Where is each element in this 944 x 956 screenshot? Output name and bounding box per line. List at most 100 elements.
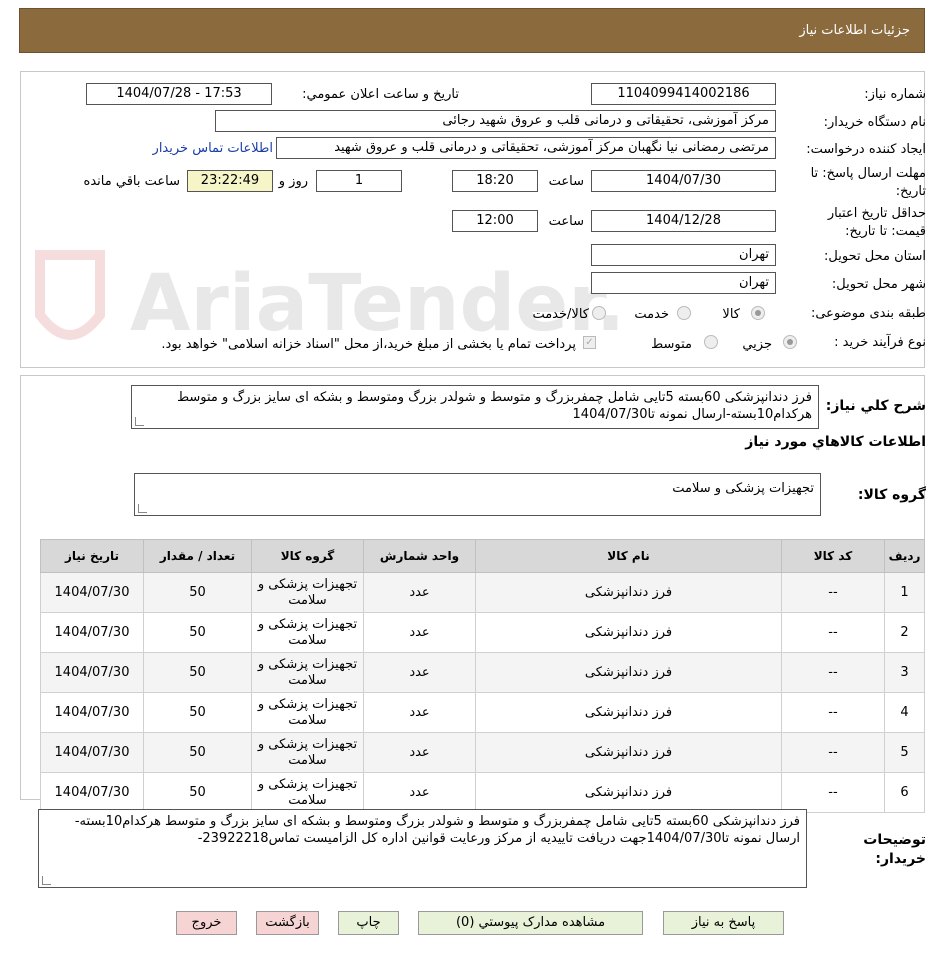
cell-need-date: 1404/07/30 [40, 732, 144, 773]
resize-grip-icon[interactable] [135, 417, 144, 426]
days-remaining-field[interactable]: 1 [316, 170, 402, 192]
cell-item-code: -- [781, 572, 885, 613]
announce-field[interactable]: 1404/07/28 - 17:53 [86, 83, 272, 105]
cell-item-name: فرز دندانپزشکی [475, 572, 782, 613]
price-valid-time-label: ساعت [548, 214, 584, 229]
goods-group-label: گروه کالا: [857, 487, 926, 503]
col-item-name: نام کالا [475, 539, 782, 573]
cell-quantity: 50 [143, 732, 252, 773]
category-option-service: خدمت [634, 307, 669, 322]
cell-need-date: 1404/07/30 [40, 692, 144, 733]
purchase-type-option-minor: جزیي [742, 337, 772, 352]
price-valid-label-line1: حداقل تاريخ اعتبار [827, 206, 926, 221]
cell-need-date: 1404/07/30 [40, 572, 144, 613]
category-option-goods-service: کالا/خدمت [532, 307, 589, 322]
summary-label: شرح کلي نياز: [825, 398, 926, 414]
cell-row-number: 5 [884, 732, 925, 773]
cell-row-number: 3 [884, 652, 925, 693]
requester-field[interactable]: مرتضی رمضانی نیا نگهبان مرکز آموزشی، تحق… [276, 137, 776, 159]
requester-label: ايجاد کننده درخواست: [806, 142, 926, 157]
cell-need-date: 1404/07/30 [40, 612, 144, 653]
goods-group-textarea[interactable]: تجهیزات پزشکی و سلامت [134, 473, 821, 516]
deadline-date-field[interactable]: 1404/07/30 [591, 170, 776, 192]
purchase-type-option-medium: متوسط [651, 337, 692, 352]
cell-item-name: فرز دندانپزشکی [475, 652, 782, 693]
items-table: رديف کد کالا نام کالا واحد شمارش گروه کا… [40, 539, 925, 813]
cell-group: تجهیزات پزشکی و سلامت [251, 612, 364, 653]
cell-unit: عدد [363, 692, 476, 733]
cell-group: تجهیزات پزشکی و سلامت [251, 692, 364, 733]
price-valid-time-field[interactable]: 12:00 [452, 210, 538, 232]
announce-label: تاریخ و ساعت اعلان عمومي: [302, 87, 459, 102]
watermark-shield-icon [35, 250, 105, 340]
cell-unit: عدد [363, 572, 476, 613]
cell-quantity: 50 [143, 572, 252, 613]
treasury-payment-note: پرداخت تمام یا بخشی از مبلغ خرید،از محل … [161, 337, 576, 352]
cell-group: تجهیزات پزشکی و سلامت [251, 732, 364, 773]
buyer-notes-label-line1: توضيحات [863, 832, 926, 848]
buyer-org-label: نام دستگاه خريدار: [823, 115, 926, 130]
cell-item-name: فرز دندانپزشکی [475, 732, 782, 773]
col-quantity: تعداد / مقدار [143, 539, 252, 573]
page-header: جزئیات اطلاعات نیاز [19, 8, 925, 53]
buyer-notes-textarea[interactable]: فرز دندانپزشکی 60بسته 5تایی شامل چمفربزر… [38, 809, 807, 888]
treasury-checkbox[interactable]: ✓ [583, 336, 596, 349]
cell-unit: عدد [363, 652, 476, 693]
cell-unit: عدد [363, 772, 476, 813]
price-valid-label-line2: قيمت: تا تاريخ: [845, 224, 926, 239]
province-label: استان محل تحويل: [824, 249, 926, 264]
price-valid-date-field[interactable]: 1404/12/28 [591, 210, 776, 232]
cell-need-date: 1404/07/30 [40, 772, 144, 813]
table-row: 3 -- فرز دندانپزشکی عدد تجهیزات پزشکی و … [40, 652, 925, 693]
buyer-org-field[interactable]: مرکز آموزشی، تحقیقاتی و درمانی قلب و عرو… [215, 110, 776, 132]
table-row: 1 -- فرز دندانپزشکی عدد تجهیزات پزشکی و … [40, 572, 925, 613]
reply-button[interactable]: پاسخ به نياز [663, 911, 784, 935]
page-title: جزئیات اطلاعات نیاز [799, 23, 910, 38]
print-button[interactable]: چاپ [338, 911, 399, 935]
cell-row-number: 1 [884, 572, 925, 613]
back-button[interactable]: بازگشت [256, 911, 319, 935]
cell-row-number: 4 [884, 692, 925, 733]
cell-need-date: 1404/07/30 [40, 652, 144, 693]
cell-unit: عدد [363, 612, 476, 653]
cell-item-code: -- [781, 612, 885, 653]
resize-grip-icon[interactable] [42, 876, 51, 885]
table-header-row: رديف کد کالا نام کالا واحد شمارش گروه کا… [40, 539, 925, 573]
cell-item-name: فرز دندانپزشکی [475, 692, 782, 733]
view-attachments-button[interactable]: مشاهده مدارک پيوستي (0) [418, 911, 643, 935]
cell-row-number: 2 [884, 612, 925, 653]
summary-textarea[interactable]: فرز دندانپزشکی 60بسته 5تایی شامل چمفربزر… [131, 385, 819, 429]
cell-group: تجهیزات پزشکی و سلامت [251, 772, 364, 813]
city-field[interactable]: تهران [591, 272, 776, 294]
province-field[interactable]: تهران [591, 244, 776, 266]
contact-info-link[interactable]: اطلاعات تماس خريدار [153, 141, 273, 156]
cell-item-code: -- [781, 692, 885, 733]
days-label: روز و [278, 174, 308, 189]
purchase-type-radio-minor[interactable] [783, 335, 797, 349]
deadline-label-line1: مهلت ارسال پاسخ: تا [810, 166, 926, 181]
need-number-field[interactable]: 1104099414002186 [591, 83, 776, 105]
resize-grip-icon[interactable] [138, 504, 147, 513]
table-row: 4 -- فرز دندانپزشکی عدد تجهیزات پزشکی و … [40, 692, 925, 733]
category-label: طبقه بندی موضوعی: [810, 306, 926, 321]
category-radio-goods-service[interactable] [592, 306, 606, 320]
exit-button[interactable]: خروج [176, 911, 237, 935]
cell-quantity: 50 [143, 612, 252, 653]
purchase-type-radio-medium[interactable] [704, 335, 718, 349]
deadline-label-line2: تاريخ: [895, 184, 926, 199]
category-radio-service[interactable] [677, 306, 691, 320]
cell-item-code: -- [781, 772, 885, 813]
cell-item-name: فرز دندانپزشکی [475, 612, 782, 653]
buyer-notes-text: فرز دندانپزشکی 60بسته 5تایی شامل چمفربزر… [74, 814, 800, 846]
watermark-text: AriaTender.neT [130, 259, 620, 349]
cell-group: تجهیزات پزشکی و سلامت [251, 652, 364, 693]
category-radio-goods[interactable] [751, 306, 765, 320]
category-option-goods: کالا [722, 307, 740, 322]
cell-quantity: 50 [143, 652, 252, 693]
items-heading: اطلاعات کالاهاي مورد نياز [745, 434, 926, 450]
cell-group: تجهیزات پزشکی و سلامت [251, 572, 364, 613]
deadline-time-field[interactable]: 18:20 [452, 170, 538, 192]
buyer-notes-label-line2: خريدار: [875, 851, 926, 867]
table-row: 2 -- فرز دندانپزشکی عدد تجهیزات پزشکی و … [40, 612, 925, 653]
cell-item-code: -- [781, 732, 885, 773]
